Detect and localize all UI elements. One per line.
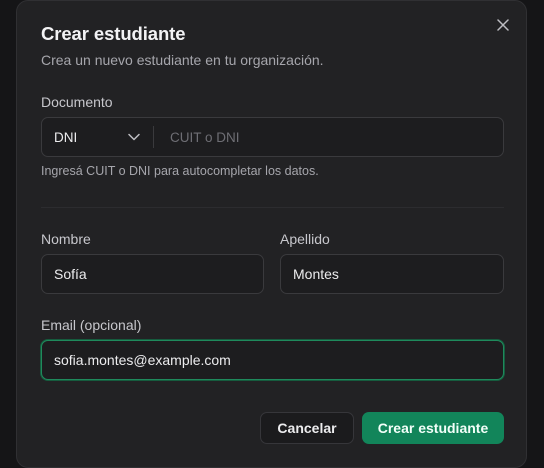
close-icon (497, 19, 509, 31)
create-student-dialog: Crear estudiante Crea un nuevo estudiant… (16, 0, 527, 468)
apellido-value: Montes (293, 266, 339, 282)
cancel-button[interactable]: Cancelar (260, 412, 354, 444)
apellido-input[interactable]: Montes (280, 254, 504, 294)
create-student-button[interactable]: Crear estudiante (362, 412, 504, 444)
document-number-input[interactable]: CUIT o DNI (154, 130, 503, 145)
document-type-select[interactable]: DNI (42, 126, 154, 148)
email-value: sofia.montes@example.com (54, 352, 231, 368)
apellido-label: Apellido (280, 231, 330, 247)
document-field: DNI CUIT o DNI (41, 117, 504, 157)
document-type-value: DNI (54, 129, 78, 145)
email-label: Email (opcional) (41, 317, 142, 333)
nombre-value: Sofía (54, 266, 87, 282)
nombre-input[interactable]: Sofía (41, 254, 264, 294)
chevron-down-icon (128, 133, 140, 141)
nombre-label: Nombre (41, 231, 91, 247)
dialog-title: Crear estudiante (41, 23, 186, 44)
email-input[interactable]: sofia.montes@example.com (41, 340, 504, 380)
document-hint: Ingresá CUIT o DNI para autocompletar lo… (41, 164, 319, 178)
section-divider (41, 207, 504, 208)
close-button[interactable] (493, 15, 513, 35)
dialog-subtitle: Crea un nuevo estudiante en tu organizac… (41, 52, 324, 68)
document-label: Documento (41, 94, 113, 110)
